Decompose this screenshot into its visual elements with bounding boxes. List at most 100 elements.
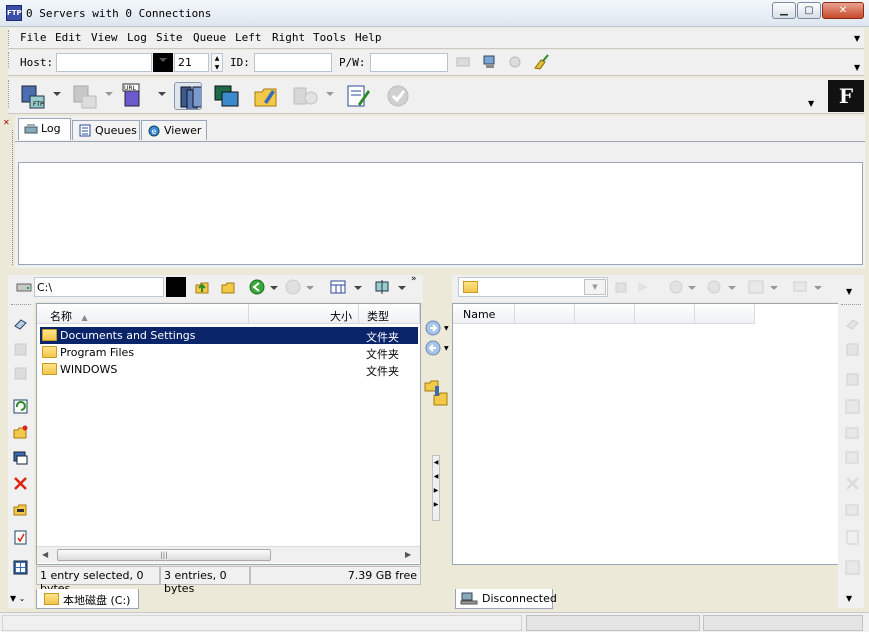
- menu-view[interactable]: View: [91, 31, 118, 44]
- forward-arrow-icon[interactable]: [284, 278, 302, 296]
- file-row[interactable]: Program Files 文件夹: [40, 344, 418, 361]
- menu-file[interactable]: File: [20, 31, 47, 44]
- tab-queues[interactable]: Queues: [72, 120, 140, 140]
- scroll-thumb[interactable]: |||: [57, 549, 271, 561]
- remote-column-2-header[interactable]: [515, 304, 575, 324]
- disconnect-ftp-icon[interactable]: [70, 82, 98, 110]
- port-input[interactable]: 21: [174, 53, 209, 72]
- disabled-filter-icon[interactable]: [792, 279, 808, 295]
- host-history-button[interactable]: [153, 53, 173, 72]
- properties-icon[interactable]: [13, 450, 28, 465]
- disconnect-quick-icon[interactable]: [508, 55, 522, 69]
- remote-edit-icon[interactable]: [845, 530, 860, 545]
- remote-rename-icon[interactable]: [845, 502, 860, 517]
- remote-delete-icon[interactable]: [845, 476, 860, 491]
- drive-tab[interactable]: 本地磁盘 (C:): [36, 589, 139, 609]
- column-size-header[interactable]: 大小: [249, 304, 359, 324]
- right-side-overflow-icon[interactable]: ▼: [846, 594, 852, 603]
- checkmark-icon[interactable]: [384, 82, 412, 110]
- disabled-back-icon[interactable]: [668, 279, 684, 295]
- connect-ftp-icon[interactable]: FTP: [18, 82, 46, 110]
- toolbar-overflow-icon[interactable]: ▼: [808, 99, 814, 108]
- disabled-forward-icon[interactable]: [706, 279, 722, 295]
- back-dropdown-icon[interactable]: [270, 286, 278, 290]
- id-input[interactable]: [254, 53, 332, 72]
- disabled-tool-2-icon[interactable]: [13, 366, 28, 381]
- remote-new-folder-icon[interactable]: [845, 425, 860, 440]
- transfer-left-icon[interactable]: [424, 339, 442, 357]
- transfer-left-dropdown-icon[interactable]: ▼: [444, 345, 449, 352]
- open-folder-icon[interactable]: [220, 279, 236, 295]
- left-path-input[interactable]: C:\: [34, 277, 164, 297]
- host-input[interactable]: [56, 53, 152, 72]
- disabled-view-dropdown-icon[interactable]: [770, 286, 778, 290]
- scroll-left-icon[interactable]: ◀: [42, 550, 48, 559]
- file-row[interactable]: WINDOWS 文件夹: [40, 361, 418, 378]
- transfer-right-dropdown-icon[interactable]: ▼: [444, 325, 449, 332]
- scroll-right-icon[interactable]: ▶: [405, 550, 411, 559]
- menu-left[interactable]: Left: [235, 31, 262, 44]
- tab-viewer[interactable]: e Viewer: [141, 120, 207, 140]
- remote-disabled-2-icon[interactable]: [845, 372, 860, 387]
- folder-open-icon[interactable]: [252, 82, 280, 110]
- disabled-forward-dropdown-icon[interactable]: [728, 286, 736, 290]
- menu-tools[interactable]: Tools: [313, 31, 346, 44]
- hostbar-grip[interactable]: [8, 52, 11, 68]
- connection-tab[interactable]: Disconnected: [455, 589, 557, 609]
- edit-script-icon[interactable]: [344, 82, 372, 110]
- view-mode-icon[interactable]: [330, 279, 346, 295]
- new-folder-icon[interactable]: [13, 425, 28, 440]
- port-spinner[interactable]: ▲ ▼: [211, 53, 223, 72]
- left-horizontal-scrollbar[interactable]: ◀ ||| ▶: [37, 546, 420, 563]
- left-path-dropdown[interactable]: [166, 277, 186, 297]
- disabled-go-icon[interactable]: [636, 280, 650, 294]
- connect-quick-icon[interactable]: [456, 55, 470, 69]
- url-dropdown-icon[interactable]: [158, 92, 166, 96]
- close-button[interactable]: ✕: [822, 2, 864, 19]
- transfer-dropdown-icon[interactable]: [326, 92, 334, 96]
- right-side-grip[interactable]: [841, 304, 861, 305]
- tab-log[interactable]: Log: [18, 118, 71, 140]
- menu-site[interactable]: Site: [156, 31, 183, 44]
- remote-column-4-header[interactable]: [635, 304, 695, 324]
- right-pathbar-overflow-icon[interactable]: ▼: [846, 287, 852, 296]
- minimize-button[interactable]: ▁: [772, 2, 796, 19]
- splitter-arrows[interactable]: ◀ ◀ ▶ ▶: [432, 455, 440, 521]
- delete-icon[interactable]: [13, 476, 28, 491]
- filter-dropdown-icon[interactable]: [398, 286, 406, 290]
- rename-folder-icon[interactable]: [13, 502, 28, 517]
- remote-properties-icon[interactable]: [845, 450, 860, 465]
- file-row[interactable]: Documents and Settings 文件夹: [40, 327, 418, 344]
- left-pathbar-overflow-icon[interactable]: »: [411, 274, 417, 284]
- disabled-view-icon[interactable]: [748, 279, 764, 295]
- menu-help[interactable]: Help: [355, 31, 382, 44]
- network-computer-icon[interactable]: [482, 54, 498, 70]
- connect-dropdown-icon[interactable]: [53, 92, 61, 96]
- disabled-tool-1-icon[interactable]: [13, 342, 28, 357]
- remote-grid-icon[interactable]: [845, 560, 860, 575]
- left-side-overflow-icon[interactable]: ▼ ⌄: [10, 594, 25, 603]
- url-connect-icon[interactable]: URL: [122, 82, 150, 110]
- remote-column-name-header[interactable]: Name: [453, 304, 515, 324]
- menu-grip[interactable]: [8, 30, 11, 46]
- disabled-up-icon[interactable]: [614, 280, 628, 294]
- back-arrow-icon[interactable]: [248, 278, 266, 296]
- right-path-dropdown[interactable]: ▼: [584, 279, 606, 295]
- refresh-icon[interactable]: [13, 399, 28, 414]
- remote-column-3-header[interactable]: [575, 304, 635, 324]
- menu-overflow-icon[interactable]: ▼: [854, 34, 860, 43]
- menu-right[interactable]: Right: [272, 31, 305, 44]
- transfer-right-icon[interactable]: [424, 319, 442, 337]
- log-splitter[interactable]: [12, 130, 14, 265]
- grid-view-icon[interactable]: [13, 560, 28, 575]
- column-type-header[interactable]: 类型: [359, 304, 420, 324]
- log-output[interactable]: [18, 162, 863, 265]
- close-log-icon[interactable]: ✕: [3, 118, 13, 128]
- go-up-folder-icon[interactable]: [194, 279, 210, 295]
- menu-log[interactable]: Log: [127, 31, 147, 44]
- column-name-header[interactable]: 名称 ▲: [37, 304, 249, 324]
- disconnect-dropdown-icon[interactable]: [105, 92, 113, 96]
- disabled-back-dropdown-icon[interactable]: [688, 286, 696, 290]
- remote-refresh-icon[interactable]: [845, 399, 860, 414]
- filter-icon[interactable]: [374, 279, 390, 295]
